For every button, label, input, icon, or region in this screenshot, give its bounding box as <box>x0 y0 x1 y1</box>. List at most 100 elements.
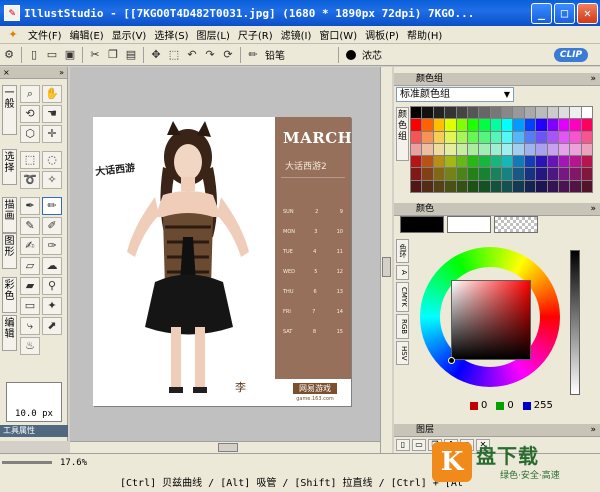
zoom-tool-icon[interactable]: ⌕ <box>20 85 40 103</box>
color-swatch[interactable] <box>570 143 581 156</box>
color-swatch[interactable] <box>411 131 422 143</box>
color-swatch[interactable] <box>456 180 467 192</box>
menu-window[interactable]: 窗口(W) <box>315 27 361 42</box>
color-swatch[interactable] <box>513 156 524 168</box>
color-swatch[interactable] <box>479 180 490 192</box>
color-picker-marker[interactable] <box>448 357 455 364</box>
text-tool-icon[interactable]: ✦ <box>42 297 62 315</box>
close-button[interactable]: ✕ <box>577 2 598 24</box>
category-tab-edit[interactable]: 编辑 <box>2 315 17 351</box>
color-swatch[interactable] <box>536 180 547 192</box>
tab-hsv[interactable]: HSV <box>396 340 409 366</box>
category-tab-select[interactable]: 选择 <box>2 149 17 185</box>
color-swatch[interactable] <box>513 180 524 192</box>
color-swatch[interactable] <box>570 180 581 192</box>
lasso-icon[interactable]: ➰ <box>20 171 40 189</box>
airbrush-icon[interactable]: ✐ <box>42 217 62 235</box>
color-swatch[interactable] <box>581 131 592 143</box>
color-swatch[interactable] <box>524 180 536 192</box>
color-swatch[interactable] <box>502 143 513 156</box>
color-swatch[interactable] <box>524 131 536 143</box>
current-brush-name[interactable]: 浓芯 <box>362 47 472 62</box>
app-menu-icon[interactable]: ✦ <box>6 28 20 41</box>
color-swatch[interactable] <box>422 156 433 168</box>
color-swatch[interactable] <box>445 107 456 119</box>
vertical-scrollbar[interactable] <box>380 67 392 453</box>
document-canvas[interactable]: 大话西游 李 MARCH 大话西游2 SUN 2 9 MON 3 10 TUE 4 11 W… <box>93 117 351 406</box>
color-swatch[interactable] <box>536 119 547 131</box>
color-swatch[interactable] <box>411 107 422 119</box>
color-swatch[interactable] <box>433 131 445 143</box>
clip-badge[interactable]: CLIP <box>554 47 588 62</box>
color-swatch[interactable] <box>547 119 558 131</box>
dropper-icon[interactable]: ⚲ <box>42 277 62 295</box>
color-swatch[interactable] <box>433 119 445 131</box>
color-swatch[interactable] <box>581 180 592 192</box>
color-swatch[interactable] <box>490 131 501 143</box>
color-swatch[interactable] <box>502 156 513 168</box>
color-swatch[interactable] <box>433 168 445 180</box>
color-swatch[interactable] <box>456 143 467 156</box>
color-swatch[interactable] <box>467 107 479 119</box>
color-swatch[interactable] <box>570 156 581 168</box>
color-swatch[interactable] <box>433 180 445 192</box>
cut-icon[interactable]: ✂ <box>87 47 103 63</box>
menu-view[interactable]: 显示(V) <box>108 27 151 42</box>
color-swatch[interactable] <box>479 131 490 143</box>
color-swatch[interactable] <box>490 168 501 180</box>
color-swatch[interactable] <box>445 143 456 156</box>
category-tab-shape[interactable]: 图形 <box>2 233 17 269</box>
color-swatch[interactable] <box>524 119 536 131</box>
grab-tool-icon[interactable]: ☚ <box>42 105 62 123</box>
color-swatch[interactable] <box>558 180 570 192</box>
color-swatch[interactable] <box>558 156 570 168</box>
menu-palette[interactable]: 调板(P) <box>361 27 403 42</box>
pen-icon[interactable]: ✒ <box>20 197 40 215</box>
correct-line-icon[interactable]: ♨ <box>20 337 40 355</box>
color-swatch[interactable] <box>536 143 547 156</box>
category-tab-color[interactable]: 彩色 <box>2 277 17 313</box>
gradient-icon[interactable]: ▭ <box>20 297 40 315</box>
color-swatch[interactable] <box>547 180 558 192</box>
sub-color-slot[interactable] <box>447 216 491 233</box>
color-swatch[interactable] <box>581 119 592 131</box>
tab-cmyk[interactable]: CMYK <box>396 281 409 312</box>
color-swatch[interactable] <box>411 168 422 180</box>
color-swatch[interactable] <box>411 143 422 156</box>
color-swatch[interactable] <box>433 143 445 156</box>
horizontal-scroll-thumb[interactable] <box>218 443 238 452</box>
marquee-icon[interactable]: ⬚ <box>166 47 182 63</box>
color-swatch[interactable] <box>513 168 524 180</box>
color-swatch[interactable] <box>581 168 592 180</box>
color-swatch[interactable] <box>479 119 490 131</box>
main-color-slot[interactable] <box>400 216 444 233</box>
color-swatch[interactable] <box>456 168 467 180</box>
color-swatch[interactable] <box>456 156 467 168</box>
color-swatch[interactable] <box>467 168 479 180</box>
color-swatch[interactable] <box>445 131 456 143</box>
color-swatch[interactable] <box>490 107 501 119</box>
menu-ruler[interactable]: 尺子(R) <box>234 27 277 42</box>
menu-select[interactable]: 选择(S) <box>150 27 192 42</box>
ellipse-select-icon[interactable]: ◌ <box>42 151 62 169</box>
color-swatch[interactable] <box>479 168 490 180</box>
redo-icon[interactable]: ↷ <box>202 47 218 63</box>
color-swatch[interactable] <box>524 156 536 168</box>
color-swatch[interactable] <box>502 180 513 192</box>
color-swatch[interactable] <box>479 107 490 119</box>
color-swatch[interactable] <box>445 168 456 180</box>
color-swatch[interactable] <box>536 131 547 143</box>
tab-rgb[interactable]: RGB <box>396 313 409 339</box>
color-swatch[interactable] <box>547 168 558 180</box>
color-swatch[interactable] <box>411 156 422 168</box>
color-swatch[interactable] <box>558 119 570 131</box>
tab-a[interactable]: A <box>396 265 409 280</box>
maximize-button[interactable]: □ <box>554 2 575 24</box>
color-swatch[interactable] <box>536 107 547 119</box>
ink-icon[interactable]: ✑ <box>42 237 62 255</box>
zoom-slider[interactable] <box>2 461 52 464</box>
color-swatch[interactable] <box>422 180 433 192</box>
color-swatch[interactable] <box>570 119 581 131</box>
color-swatch[interactable] <box>445 180 456 192</box>
open-file-icon[interactable]: ▭ <box>44 47 60 63</box>
